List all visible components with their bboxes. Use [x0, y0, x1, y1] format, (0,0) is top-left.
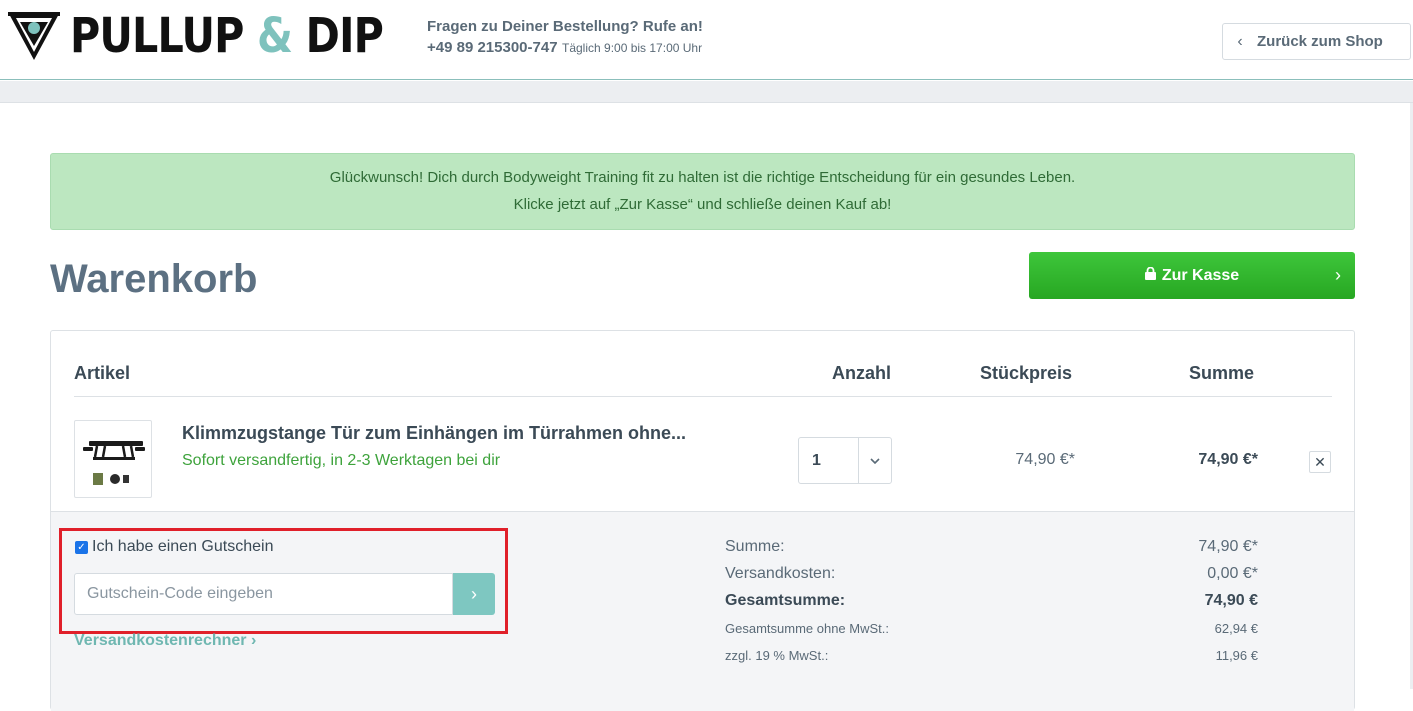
header-divider	[74, 396, 1332, 397]
quantity-select[interactable]: 1	[798, 437, 892, 484]
summary-net-value: 62,94 €	[1214, 621, 1258, 636]
summary-net-label: Gesamtsumme ohne MwSt.:	[725, 621, 889, 636]
checkout-button[interactable]: Zur Kasse ›	[1029, 252, 1355, 299]
voucher-checkbox-label: Ich habe einen Gutschein	[92, 538, 274, 555]
back-to-shop-label: Zurück zum Shop	[1257, 33, 1383, 50]
success-alert: Glückwunsch! Dich durch Bodyweight Train…	[50, 153, 1355, 230]
product-name[interactable]: Klimmzugstange Tür zum Einhängen im Türr…	[182, 423, 686, 444]
page-header: PULLUP & DIP Fragen zu Deiner Bestellung…	[0, 0, 1413, 80]
logo-wordmark: PULLUP & DIP	[70, 8, 384, 64]
voucher-submit-button[interactable]: ›	[453, 573, 495, 615]
hotline-phone[interactable]: +49 89 215300-747	[427, 39, 558, 56]
chevron-right-icon: ›	[1335, 265, 1341, 285]
summary-shipping-label: Versandkosten:	[725, 565, 836, 582]
hotline-question: Fragen zu Deiner Bestellung? Rufe an!	[427, 18, 703, 35]
checkout-label: Zur Kasse	[1161, 266, 1240, 284]
unit-price: 74,90 €*	[1015, 451, 1075, 468]
hotline-hours: Täglich 9:00 bis 17:00 Uhr	[562, 41, 703, 55]
hotline-info: Fragen zu Deiner Bestellung? Rufe an! +4…	[427, 18, 703, 57]
header-divider-bar	[0, 81, 1413, 103]
line-total: 74,90 €*	[1198, 451, 1258, 468]
chevron-right-icon: ›	[471, 583, 477, 604]
shipping-calculator-link[interactable]: Versandkostenrechner ›	[74, 632, 256, 650]
col-header-article: Artikel	[74, 363, 131, 383]
quantity-value: 1	[812, 451, 821, 469]
summary-sum-label: Summe:	[725, 538, 785, 555]
col-header-qty: Anzahl	[832, 363, 892, 383]
col-header-total: Summe	[1189, 363, 1255, 383]
remove-item-button[interactable]: ✕	[1309, 451, 1331, 473]
checkbox-checked-icon[interactable]: ✓	[75, 540, 88, 554]
alert-line-1: Glückwunsch! Dich durch Bodyweight Train…	[329, 169, 1076, 186]
summary-grand-total-label: Gesamtsumme:	[725, 592, 846, 609]
lock-icon	[1144, 266, 1156, 285]
product-thumbnail[interactable]	[74, 420, 152, 498]
summary-vat-label: zzgl. 19 % MwSt.:	[725, 648, 829, 663]
summary-grand-total-value: 74,90 €	[1204, 592, 1258, 609]
voucher-code-input[interactable]	[74, 573, 453, 615]
alert-line-2: Klicke jetzt auf „Zur Kasse“ und schließ…	[513, 196, 892, 213]
shop-logo[interactable]: PULLUP & DIP	[6, 10, 434, 62]
summary-sum-value: 74,90 €*	[1198, 538, 1258, 555]
chevron-down-icon	[858, 438, 891, 483]
back-to-shop-button[interactable]: ‹ Zurück zum Shop	[1222, 23, 1411, 60]
product-stock-status: Sofort versandfertig, in 2-3 Werktagen b…	[182, 452, 501, 469]
cart-table: Artikel Anzahl Stückpreis Summe Klimmzug…	[50, 330, 1355, 711]
voucher-checkbox[interactable]: ✓ Ich habe einen Gutschein	[75, 538, 273, 556]
summary-vat-value: 11,96 €	[1215, 648, 1258, 663]
summary-shipping-value: 0,00 €*	[1207, 565, 1258, 582]
col-header-unit-price: Stückpreis	[980, 363, 1073, 383]
page-title: Warenkorb	[50, 257, 258, 301]
chevron-left-icon: ‹	[1237, 32, 1243, 50]
close-icon: ✕	[1314, 453, 1326, 470]
logo-emblem-icon	[8, 12, 60, 60]
